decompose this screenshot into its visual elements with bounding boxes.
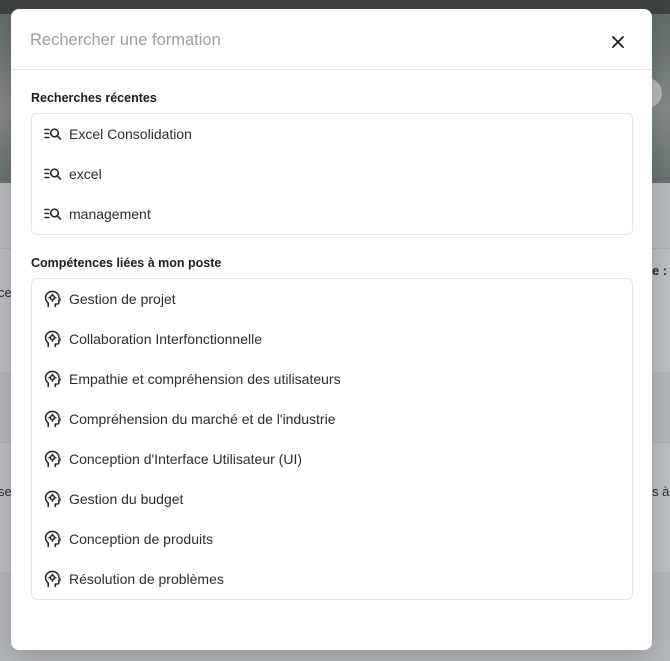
skill-label: Conception d'Interface Utilisateur (UI) — [69, 451, 302, 467]
skill-label: Gestion du budget — [69, 491, 184, 507]
recent-searches-list: Excel Consolidation excel management — [31, 113, 633, 235]
skill-label: Conception de produits — [69, 531, 213, 547]
recent-search-item[interactable]: excel — [32, 154, 632, 194]
skill-item[interactable]: Empathie et compréhension des utilisateu… — [32, 359, 632, 399]
head-gear-icon — [42, 288, 64, 310]
skill-item[interactable]: Conception d'Interface Utilisateur (UI) — [32, 439, 632, 479]
head-gear-icon — [42, 368, 64, 390]
recent-search-item[interactable]: Excel Consolidation — [32, 114, 632, 154]
skill-label: Résolution de problèmes — [69, 571, 224, 587]
search-list-icon — [42, 203, 64, 225]
head-gear-icon — [42, 328, 64, 350]
skill-item[interactable]: Conception de produits — [32, 519, 632, 559]
search-bar — [11, 9, 652, 70]
skill-label: Collaboration Interfonctionnelle — [69, 331, 263, 347]
search-input[interactable] — [30, 26, 590, 54]
recent-search-item[interactable]: management — [32, 194, 632, 234]
recent-search-label: excel — [69, 166, 102, 182]
search-list-icon — [42, 163, 64, 185]
head-gear-icon — [42, 528, 64, 550]
skills-list: Gestion de projet Collaboration Interfon… — [31, 278, 633, 600]
skill-item[interactable]: Compréhension du marché et de l'industri… — [32, 399, 632, 439]
skill-item[interactable]: Résolution de problèmes — [32, 559, 632, 599]
skill-item[interactable]: Gestion de projet — [32, 279, 632, 319]
search-list-icon — [42, 123, 64, 145]
head-gear-icon — [42, 488, 64, 510]
close-button[interactable] — [607, 31, 629, 53]
skill-item[interactable]: Gestion du budget — [32, 479, 632, 519]
head-gear-icon — [42, 448, 64, 470]
skill-label: Gestion de projet — [69, 291, 176, 307]
head-gear-icon — [42, 408, 64, 430]
skill-item[interactable]: Collaboration Interfonctionnelle — [32, 319, 632, 359]
close-icon — [612, 36, 624, 48]
skill-label: Empathie et compréhension des utilisateu… — [69, 371, 341, 387]
recent-searches-title: Recherches récentes — [31, 91, 157, 105]
head-gear-icon — [42, 568, 64, 590]
skills-section-title: Compétences liées à mon poste — [31, 256, 222, 270]
recent-search-label: management — [69, 206, 151, 222]
skill-label: Compréhension du marché et de l'industri… — [69, 411, 336, 427]
search-modal: Recherches récentes Excel Consolidation — [11, 9, 652, 650]
recent-search-label: Excel Consolidation — [69, 126, 192, 142]
